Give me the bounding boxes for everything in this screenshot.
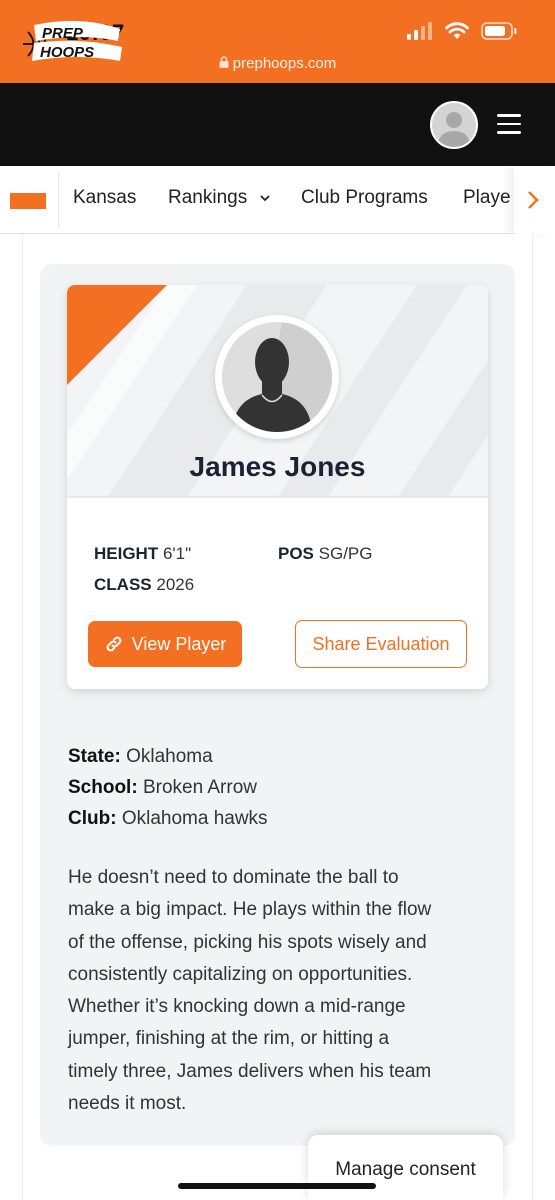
class-stat: CLASS 2026 bbox=[94, 575, 194, 595]
class-value: 2026 bbox=[156, 575, 195, 594]
class-label: CLASS bbox=[94, 575, 152, 594]
home-indicator[interactable] bbox=[178, 1183, 376, 1189]
player-photo bbox=[215, 315, 339, 439]
position-stat: POS SG/PG bbox=[278, 544, 373, 564]
position-value: SG/PG bbox=[318, 544, 373, 563]
player-card-header: James Jones bbox=[67, 285, 488, 498]
height-stat: HEIGHT 6'1" bbox=[94, 544, 191, 564]
player-name: James Jones bbox=[189, 451, 366, 482]
evaluation-line: timely three, James delivers when his te… bbox=[68, 1060, 432, 1082]
evaluation-text: He doesn’t need to dominate the ball to … bbox=[68, 862, 488, 1120]
chevron-down-icon bbox=[259, 195, 270, 202]
nav-item-kansas[interactable]: Kansas bbox=[73, 187, 136, 209]
nav-item-club-programs[interactable]: Club Programs bbox=[301, 187, 428, 209]
kansas-state-icon[interactable] bbox=[10, 193, 46, 209]
club-label: Club: bbox=[68, 808, 117, 829]
evaluation-line: needs it most. bbox=[68, 1093, 187, 1115]
nav-scroll-right-button[interactable] bbox=[514, 166, 555, 234]
height-value: 6'1" bbox=[162, 544, 192, 563]
hamburger-menu-icon[interactable] bbox=[497, 114, 521, 136]
wifi-icon bbox=[445, 22, 469, 39]
lock-icon bbox=[219, 56, 229, 68]
link-icon bbox=[106, 636, 122, 652]
nav-item-rankings[interactable]: Rankings bbox=[168, 187, 271, 209]
share-evaluation-label: Share Evaluation bbox=[312, 633, 450, 654]
nav-item-players[interactable]: Playe bbox=[463, 187, 511, 209]
url-text: prephoops.com bbox=[232, 55, 337, 72]
evaluation-line: consistently capitalizing on opportuniti… bbox=[68, 963, 413, 985]
player-silhouette-icon bbox=[232, 322, 332, 432]
club-value: Oklahoma hawks bbox=[121, 808, 268, 829]
club-info: Club: Oklahoma hawks bbox=[68, 808, 268, 830]
logo-text-hoops: HOOPS bbox=[40, 44, 94, 61]
school-label: School: bbox=[68, 777, 138, 798]
chevron-right-icon bbox=[528, 191, 539, 209]
view-player-label: View Player bbox=[131, 633, 227, 654]
prephoops-logo[interactable]: PREP HOOPS bbox=[20, 19, 124, 65]
signal-icon bbox=[407, 22, 432, 40]
view-player-button[interactable]: View Player bbox=[88, 621, 242, 667]
evaluation-line: make a big impact. He plays within the f… bbox=[68, 899, 432, 921]
evaluation-line: of the offense, picking his spots wisely… bbox=[68, 931, 427, 953]
battery-icon bbox=[481, 22, 517, 40]
nav-item-rankings-label: Rankings bbox=[168, 187, 248, 208]
share-evaluation-button[interactable]: Share Evaluation bbox=[295, 620, 467, 668]
nav-divider bbox=[58, 172, 59, 228]
system-icons bbox=[407, 22, 517, 40]
manage-consent-label: Manage consent bbox=[335, 1159, 476, 1180]
state-value: Oklahoma bbox=[126, 746, 213, 767]
state-label: State: bbox=[68, 746, 121, 767]
manage-consent-button[interactable]: Manage consent bbox=[308, 1135, 503, 1200]
position-label: POS bbox=[278, 544, 314, 563]
school-info: School: Broken Arrow bbox=[68, 777, 257, 799]
evaluation-line: Whether it’s knocking down a mid-range bbox=[68, 996, 406, 1018]
evaluation-line: He doesn’t need to dominate the ball to bbox=[68, 867, 399, 888]
orange-corner-accent bbox=[67, 285, 167, 385]
school-value: Broken Arrow bbox=[142, 777, 257, 798]
height-label: HEIGHT bbox=[94, 544, 159, 563]
evaluation-line: jumper, finishing at the rim, or hitting… bbox=[68, 1028, 390, 1050]
logo-text-prep: PREP bbox=[42, 25, 84, 42]
avatar-icon[interactable] bbox=[430, 101, 478, 149]
state-info: State: Oklahoma bbox=[68, 746, 213, 768]
